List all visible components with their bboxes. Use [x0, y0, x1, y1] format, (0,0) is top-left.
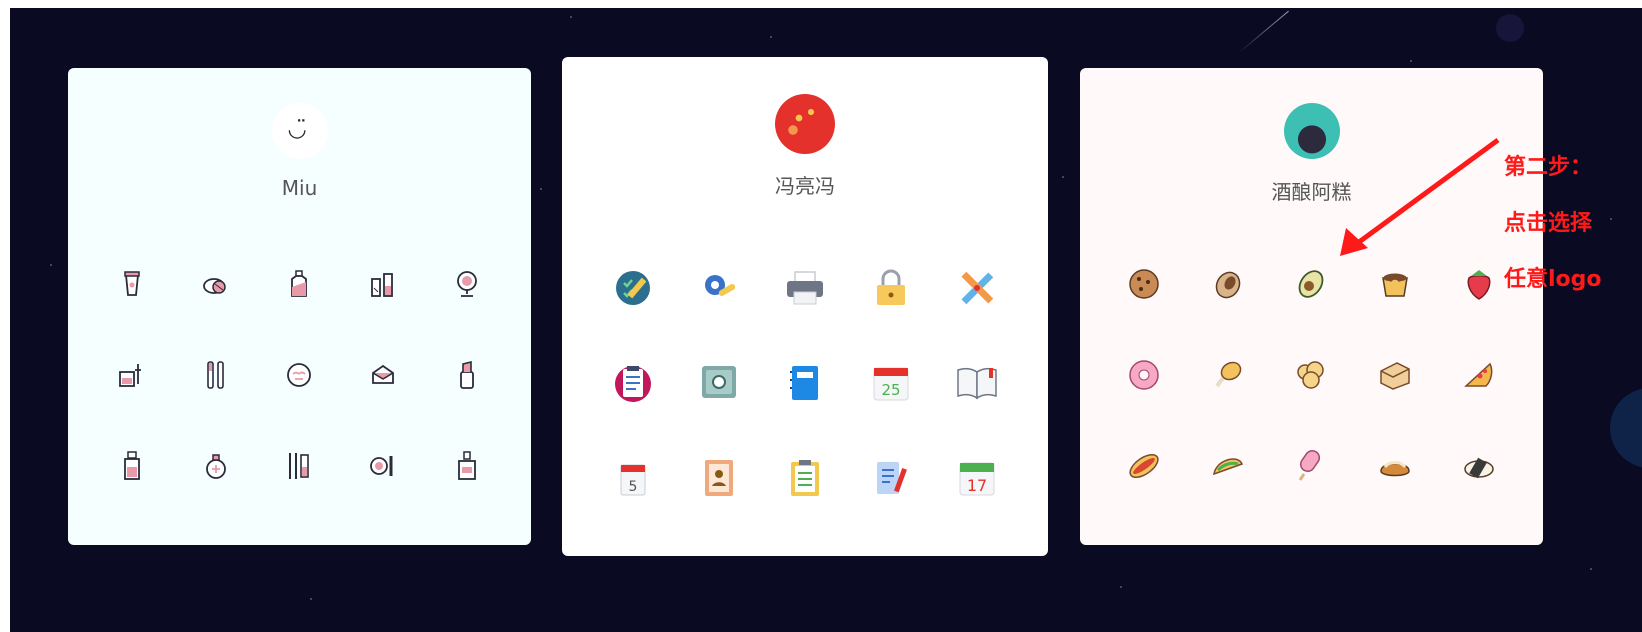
icon-set-card-miu[interactable]: ◡̈ Miu [68, 68, 531, 545]
black-cat-avatar [1283, 103, 1340, 159]
serum-bottle-icon[interactable] [90, 420, 174, 511]
lotion-bottle-icon[interactable] [258, 238, 342, 329]
notepad-pen-icon[interactable] [848, 430, 934, 525]
perfume-atomizer-icon[interactable] [174, 420, 258, 511]
gear-wrench-icon[interactable] [676, 240, 762, 335]
calendar-17-icon[interactable]: 17 [934, 430, 1020, 525]
notebook-icon[interactable] [762, 335, 848, 430]
icon-set-card-jiuniangagao[interactable]: 酒酿阿糕 [1080, 68, 1543, 545]
dropper-bottle-icon[interactable] [90, 329, 174, 420]
address-book-icon[interactable] [676, 430, 762, 525]
cookie-icon[interactable] [1102, 238, 1186, 329]
popcorn-icon[interactable] [1270, 329, 1354, 420]
icon-set-card-fengliangfeng[interactable]: 冯亮冯 25 5 17 [562, 57, 1048, 556]
clipboard-checklist-icon[interactable] [762, 430, 848, 525]
compact-and-brush-icon[interactable] [341, 420, 425, 511]
calendar-date: 5 [629, 479, 638, 495]
clipboard-list-icon[interactable] [590, 335, 676, 430]
smiley-face-icon: ◡̈ [287, 117, 307, 142]
cosmetic-cup-icon[interactable] [90, 238, 174, 329]
bread-loaf-icon[interactable] [1353, 329, 1437, 420]
sushi-icon[interactable] [1437, 420, 1521, 511]
lipstick-icon[interactable] [425, 329, 509, 420]
brushes-tube-icon[interactable] [341, 238, 425, 329]
card-name: 酒酿阿糕 [1271, 180, 1352, 204]
chicken-leg-icon[interactable] [1186, 329, 1270, 420]
planet-decoration [1496, 14, 1524, 42]
eyeshadow-palette-icon[interactable] [341, 329, 425, 420]
annotation-line: 点击选择 [1504, 211, 1593, 236]
calendar-date: 25 [881, 381, 900, 399]
avatar: ◡̈ [271, 103, 328, 159]
pencil-ruler-cross-icon[interactable] [934, 240, 1020, 335]
hand-mirror-icon[interactable] [425, 238, 509, 329]
icon-grid [1102, 238, 1521, 511]
calendar-5-icon[interactable]: 5 [590, 430, 676, 525]
pudding-icon[interactable] [1353, 238, 1437, 329]
face-mask-icon[interactable] [258, 329, 342, 420]
planet-decoration [1610, 388, 1642, 468]
open-book-icon[interactable] [934, 335, 1020, 430]
icon-grid: 25 5 17 [590, 240, 1020, 525]
instruction-annotation: 第二步： 点击选择 任意logo [1504, 126, 1602, 322]
icon-grid [90, 238, 509, 511]
tweezers-icon[interactable] [258, 420, 342, 511]
pizza-slice-icon[interactable] [1437, 329, 1521, 420]
shooting-star [1237, 10, 1289, 54]
checklist-badge-icon[interactable] [590, 240, 676, 335]
card-name: 冯亮冯 [775, 174, 835, 198]
calendar-date: 17 [967, 476, 987, 495]
hotdog-icon[interactable] [1102, 420, 1186, 511]
nut-icon[interactable] [1186, 238, 1270, 329]
annotation-line: 任意logo [1504, 267, 1602, 292]
printer-icon[interactable] [762, 240, 848, 335]
popsicle-icon[interactable] [1270, 420, 1354, 511]
avocado-icon[interactable] [1270, 238, 1354, 329]
donut-icon[interactable] [1102, 329, 1186, 420]
card-name: Miu [281, 176, 318, 200]
compact-powder-icon[interactable] [174, 238, 258, 329]
safe-box-icon[interactable] [676, 335, 762, 430]
makeup-brushes-icon[interactable] [174, 329, 258, 420]
padlock-icon[interactable] [848, 240, 934, 335]
cologne-bottle-icon[interactable] [425, 420, 509, 511]
taco-icon[interactable] [1186, 420, 1270, 511]
calendar-25-icon[interactable]: 25 [848, 335, 934, 430]
annotation-line: 第二步： [1504, 155, 1593, 180]
cream-puff-icon[interactable] [1353, 420, 1437, 511]
red-abstract-avatar [775, 94, 835, 154]
